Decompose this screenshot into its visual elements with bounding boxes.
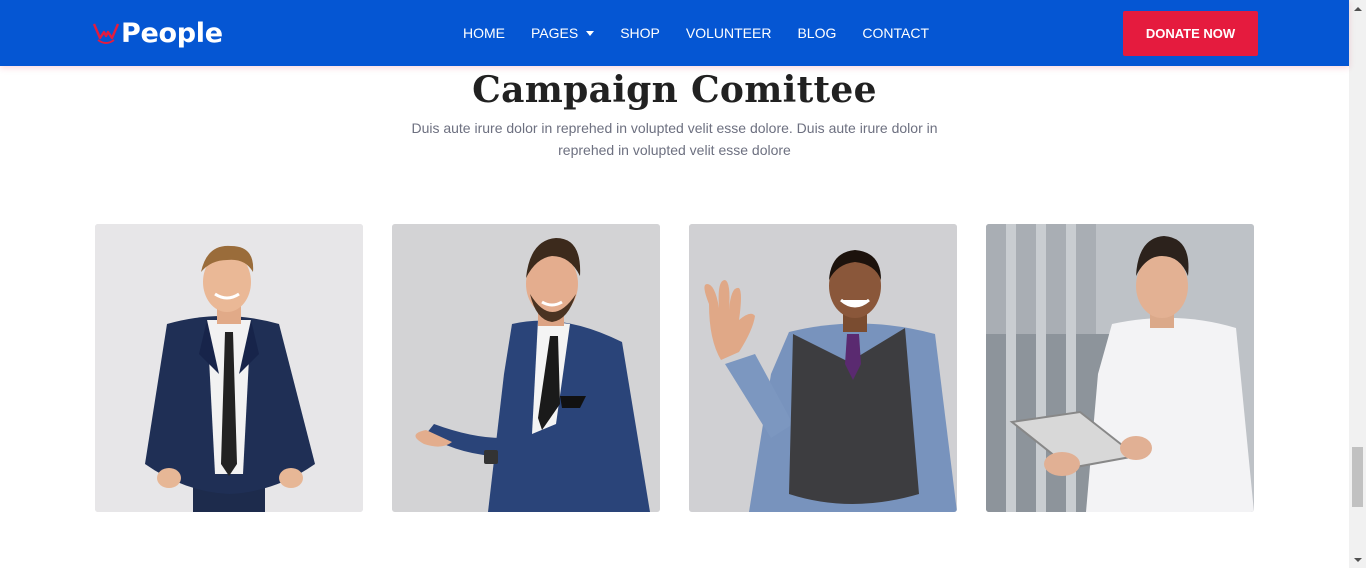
nav-item-home[interactable]: HOME bbox=[463, 25, 505, 41]
brand-logo[interactable]: People bbox=[92, 17, 223, 49]
committee-grid bbox=[95, 224, 1254, 512]
member-card[interactable] bbox=[986, 224, 1254, 512]
nav-item-label: BLOG bbox=[797, 25, 837, 41]
nav-item-label: CONTACT bbox=[862, 25, 929, 41]
site-header: People HOME PAGES SHOP VOLUNTEER BLOG CO… bbox=[0, 0, 1349, 66]
page-scrollbar[interactable] bbox=[1349, 0, 1366, 568]
nav-item-blog[interactable]: BLOG bbox=[797, 25, 836, 41]
nav-item-volunteer[interactable]: VOLUNTEER bbox=[686, 25, 772, 41]
nav-item-label: VOLUNTEER bbox=[685, 25, 772, 41]
scroll-down-arrow-icon[interactable] bbox=[1349, 551, 1366, 568]
member-card[interactable] bbox=[95, 224, 363, 512]
member-photo bbox=[392, 224, 660, 512]
brand-name: People bbox=[121, 17, 223, 49]
member-photo bbox=[986, 224, 1254, 512]
member-card[interactable] bbox=[392, 224, 660, 512]
member-card[interactable] bbox=[689, 224, 957, 512]
nav-item-label: PAGES bbox=[531, 25, 579, 41]
main-nav: HOME PAGES SHOP VOLUNTEER BLOG CONTACT bbox=[463, 24, 955, 42]
people-logo-icon bbox=[92, 23, 120, 44]
section-description: Duis aute irure dolor in reprehed in vol… bbox=[411, 120, 938, 158]
section-title: Campaign Comittee bbox=[472, 69, 877, 111]
donate-now-button[interactable]: DONATE NOW bbox=[1123, 11, 1258, 56]
nav-item-label: HOME bbox=[463, 25, 505, 41]
nav-item-pages[interactable]: PAGES bbox=[531, 25, 595, 41]
nav-item-shop[interactable]: SHOP bbox=[620, 25, 660, 41]
nav-item-label: SHOP bbox=[620, 25, 660, 41]
caret-down-icon bbox=[586, 30, 595, 36]
scroll-up-arrow-icon[interactable] bbox=[1349, 0, 1366, 17]
nav-item-contact[interactable]: CONTACT bbox=[862, 25, 929, 41]
member-photo bbox=[689, 224, 957, 512]
member-photo bbox=[95, 224, 363, 512]
scrollbar-thumb[interactable] bbox=[1352, 447, 1363, 507]
